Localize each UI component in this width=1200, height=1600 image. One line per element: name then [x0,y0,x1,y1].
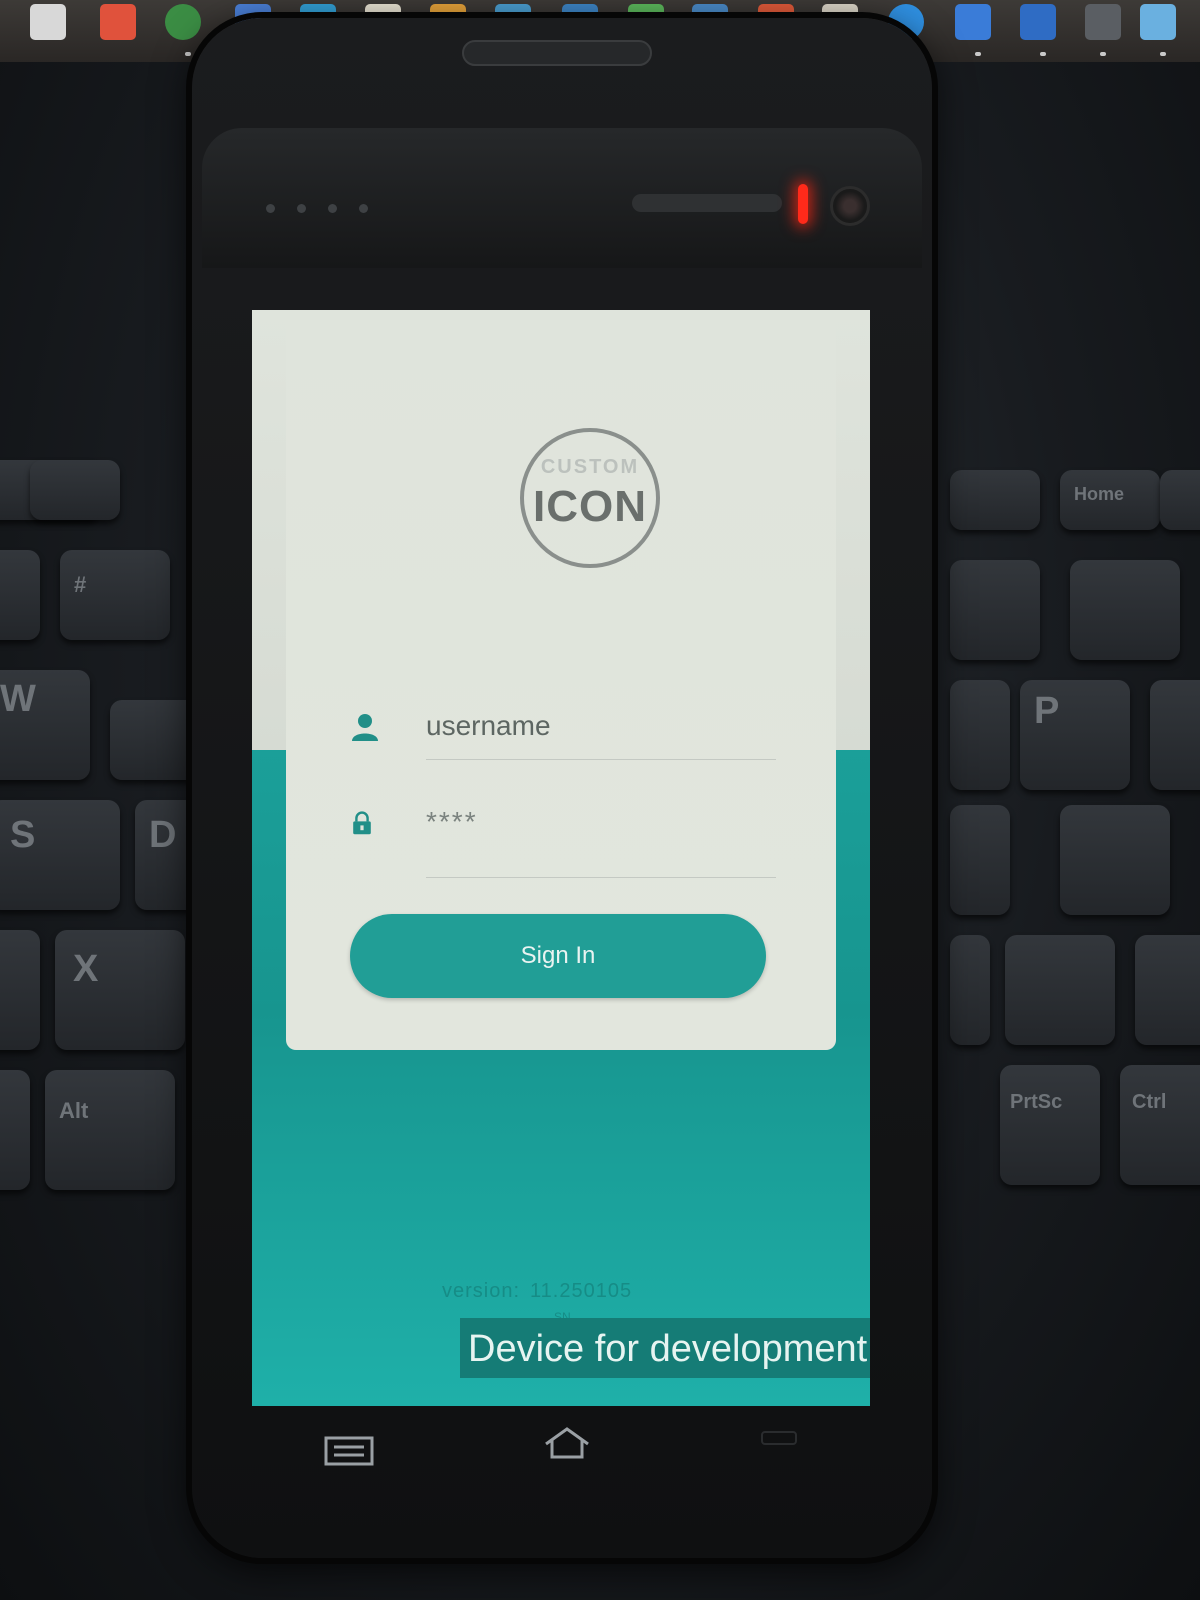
version-value: 11.250105 [530,1280,633,1302]
taskbar-indicator [1040,52,1046,56]
phone-screen: CUSTOM ICON username **** Sign In versio… [252,310,870,1406]
keyboard-key [1005,935,1115,1045]
menu-icon[interactable] [324,1436,374,1466]
front-camera [830,186,870,226]
earpiece-speaker [632,194,782,212]
key-label: W [0,678,36,720]
keyboard-key-home: Home [1060,470,1160,530]
key-label: P [1034,690,1060,732]
keyboard-key-alt: Alt [45,1070,175,1190]
lock-icon [353,811,371,835]
home-icon[interactable] [542,1426,592,1460]
taskbar-app-icon [955,4,991,40]
taskbar-indicator [975,52,981,56]
nfc-indicator [462,40,652,66]
login-card: CUSTOM ICON username **** Sign In [286,310,836,1050]
key-label: Alt [59,1098,89,1123]
keyboard-key-s: S [0,800,120,910]
taskbar-word-icon [1020,4,1056,40]
password-input[interactable] [426,802,766,842]
taskbar-notepad-icon [1140,4,1176,40]
keyboard-key [0,930,40,1050]
key-label: PrtSc [1010,1091,1063,1113]
keyboard-key [950,470,1040,530]
key-label: Ctrl [1132,1091,1167,1113]
keyboard-key [110,700,200,780]
dev-device-banner: Device for development [460,1318,870,1378]
custom-icon-logo: CUSTOM ICON [520,428,660,568]
sign-in-button[interactable]: Sign In [350,914,766,998]
status-led [798,184,808,224]
key-label: X [73,948,99,990]
user-icon [352,714,378,741]
password-underline [426,877,776,878]
taskbar-chrome-icon [165,4,201,40]
key-label: S [10,814,36,856]
keyboard-key [1135,935,1200,1045]
keyboard-key-prtsc: PrtSc [1000,1065,1100,1185]
version-info: version: 11.250105 [442,1280,632,1303]
key-label: # [74,572,87,597]
android-phone: CUSTOM ICON username **** Sign In versio… [192,18,932,1558]
taskbar-app-icon [30,4,66,40]
keyboard-key [1060,805,1170,915]
keyboard-key [30,460,120,520]
sensor-dots [266,200,390,218]
keyboard-key [0,1070,30,1190]
taskbar-indicator [185,52,191,56]
key-label: D [149,814,177,856]
logo-top-text: CUSTOM [540,456,640,478]
keyboard-key-x: X [55,930,185,1050]
navigation-bar [252,1418,870,1498]
back-icon[interactable] [760,1428,800,1448]
username-input[interactable] [426,706,766,746]
taskbar-app-icon [100,4,136,40]
keyboard-key-p: P [1020,680,1130,790]
keyboard-key [950,560,1040,660]
keyboard-key [0,550,40,640]
keyboard-key-hash: # [60,550,170,640]
keyboard-key [1160,470,1200,530]
taskbar-indicator [1160,52,1166,56]
logo-main-text: ICON [533,482,647,531]
keyboard-key [950,805,1010,915]
keyboard-key [1070,560,1180,660]
phone-top-bezel [202,128,922,268]
keyboard-key [1150,680,1200,790]
keyboard-key [950,680,1010,790]
username-field [350,700,776,760]
version-label: version: [442,1280,521,1302]
username-underline [426,759,776,760]
key-label: Home [1074,484,1125,504]
password-field [350,796,776,878]
keyboard-key-w: W [0,670,90,780]
keyboard-key-ctrl: Ctrl [1120,1065,1200,1185]
taskbar-terminal-icon [1085,4,1121,40]
taskbar-indicator [1100,52,1106,56]
photo-scene: # W S D X Alt Home P PrtSc Ctrl CUSTOM I… [0,0,1200,1600]
keyboard-key [950,935,990,1045]
